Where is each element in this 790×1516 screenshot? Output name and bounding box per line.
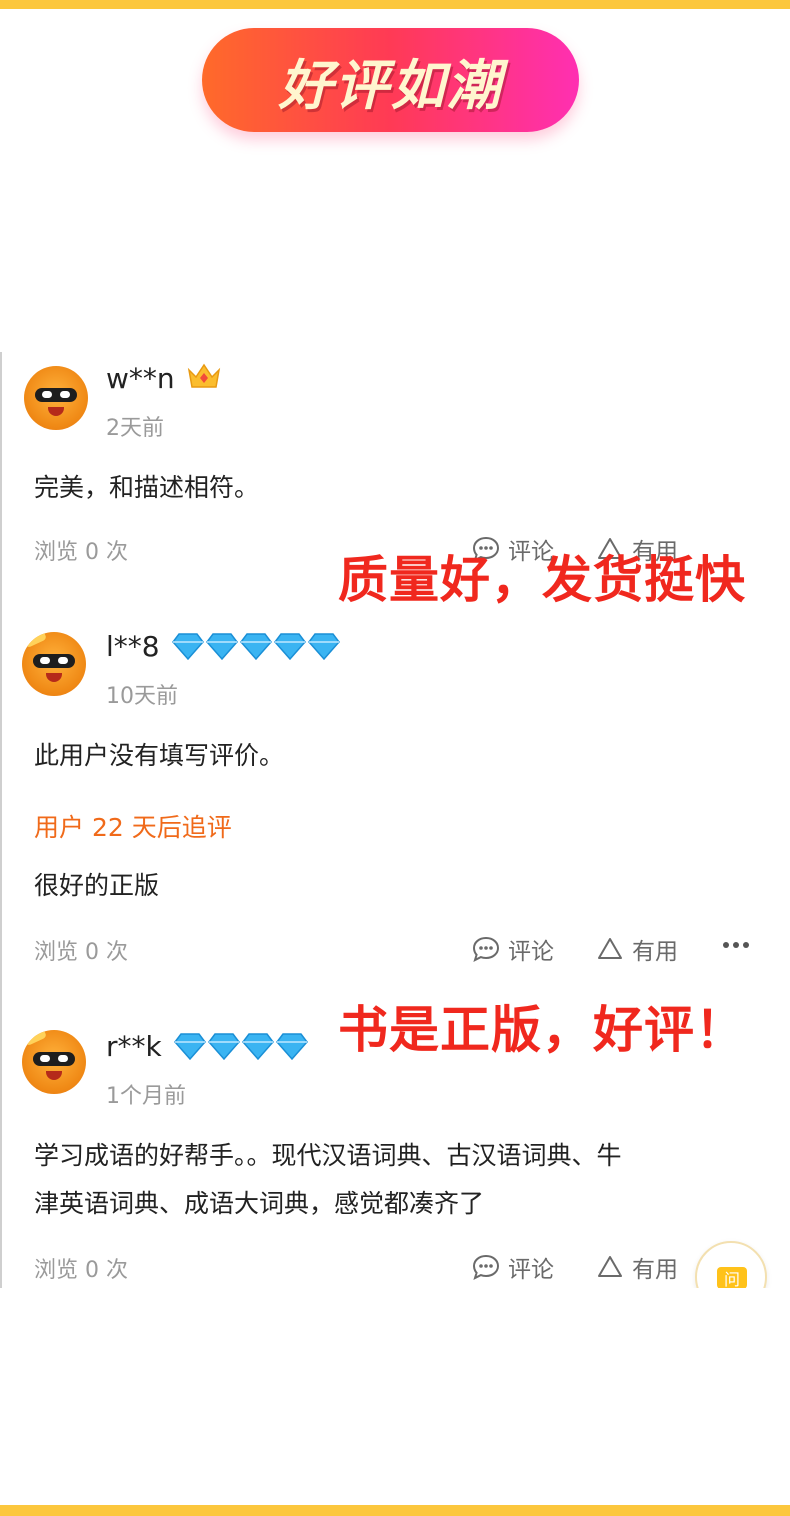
diamond-icon	[274, 633, 306, 660]
followup-label: 用户 22 天后追评	[34, 813, 232, 842]
review-content: 完美，和描述相符。	[34, 473, 260, 502]
bottom-accent-bar	[0, 1505, 790, 1516]
review-content-line: 学习成语的好帮手。。现代汉语词典、古汉语词典、牛	[34, 1141, 622, 1170]
useful-button[interactable]: 有用	[596, 932, 678, 966]
crown-icon	[187, 363, 221, 388]
avatar[interactable]	[22, 1030, 86, 1094]
review-username[interactable]: w**n	[106, 362, 175, 395]
review-screenshot: w**n 2天前 完美，和描述相符。 浏览 0 次 评论 有用 l**8 10天…	[0, 352, 790, 1288]
comment-icon	[472, 936, 500, 962]
more-icon[interactable]	[722, 940, 750, 950]
comment-button[interactable]: 评论	[472, 1250, 554, 1284]
ask-badge: 问	[717, 1267, 747, 1288]
thumb-up-icon	[598, 1256, 622, 1277]
diamond-icon	[172, 633, 204, 660]
banner: 好评如潮	[202, 28, 579, 132]
diamond-icon	[276, 1033, 308, 1060]
diamond-icon	[206, 633, 238, 660]
comment-button[interactable]: 评论	[472, 932, 554, 966]
useful-label: 有用	[632, 939, 678, 965]
followup-content: 很好的正版	[34, 871, 160, 900]
view-count: 浏览 0 次	[34, 940, 128, 965]
ask-floating-button[interactable]: 问	[695, 1241, 767, 1288]
review-username[interactable]: l**8	[106, 630, 160, 663]
diamond-icon	[242, 1033, 274, 1060]
avatar[interactable]	[22, 632, 86, 696]
review-time: 1个月前	[106, 1084, 186, 1109]
member-level-badges	[172, 632, 340, 660]
review-time: 2天前	[106, 416, 164, 441]
diamond-icon	[240, 633, 272, 660]
review-time: 10天前	[106, 684, 178, 709]
useful-label: 有用	[632, 1257, 678, 1283]
review-content-line: 津英语词典、成语大词典，感觉都凑齐了	[34, 1189, 485, 1218]
comment-label: 评论	[508, 939, 554, 965]
diamond-icon	[208, 1033, 240, 1060]
overlay-caption-quality: 质量好，发货挺快	[338, 551, 746, 609]
view-count: 浏览 0 次	[34, 540, 128, 565]
comment-icon	[472, 1254, 500, 1280]
overlay-caption-genuine: 书是正版，好评！	[338, 1001, 746, 1059]
thumb-up-icon	[598, 938, 622, 959]
comment-label: 评论	[508, 1257, 554, 1283]
review-content: 此用户没有填写评价。	[34, 741, 285, 770]
avatar[interactable]	[24, 366, 88, 430]
diamond-icon	[308, 633, 340, 660]
useful-button[interactable]: 有用	[596, 1250, 678, 1284]
top-accent-bar	[0, 0, 790, 9]
review-username[interactable]: r**k	[106, 1030, 162, 1063]
view-count: 浏览 0 次	[34, 1258, 128, 1283]
banner-title: 好评如潮	[278, 53, 503, 117]
member-level-badges	[174, 1032, 308, 1060]
diamond-icon	[174, 1033, 206, 1060]
